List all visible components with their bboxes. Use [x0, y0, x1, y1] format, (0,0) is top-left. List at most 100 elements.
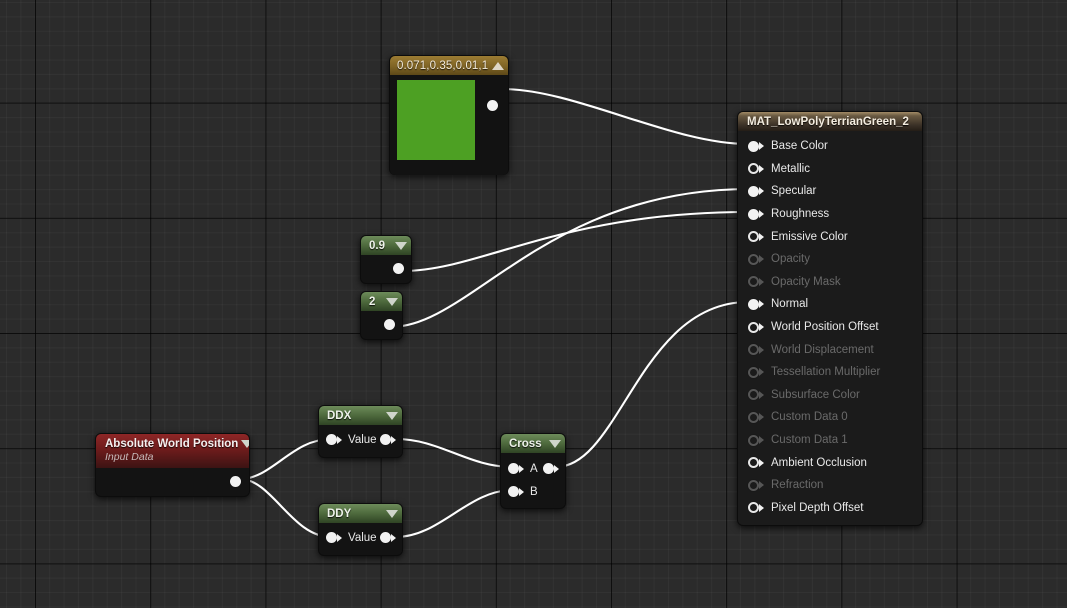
node-constant-roughness[interactable]: 0.9 — [360, 235, 412, 284]
pin-circle-icon[interactable] — [543, 463, 554, 474]
triangle-down-icon[interactable] — [395, 241, 407, 250]
pin-circle-icon[interactable] — [230, 476, 241, 487]
output-pin-world-position[interactable] — [230, 476, 241, 487]
output-pin-color[interactable] — [487, 100, 498, 111]
node-header[interactable]: 0.071,0.35,0.01,1 — [390, 56, 508, 75]
output-pin-ddy[interactable] — [380, 532, 396, 543]
material-input-pin[interactable] — [748, 140, 764, 152]
material-input-pin[interactable] — [748, 185, 764, 197]
pin-circle-icon[interactable] — [748, 276, 759, 288]
node-header[interactable]: 0.9 — [361, 236, 411, 255]
pin-circle-icon[interactable] — [326, 532, 337, 543]
material-input-pin[interactable] — [748, 502, 764, 514]
pin-circle-icon[interactable] — [748, 479, 759, 491]
pin-circle-icon[interactable] — [748, 366, 759, 378]
material-input-row[interactable]: Tessellation Multiplier — [738, 361, 922, 384]
triangle-down-icon[interactable] — [386, 509, 398, 518]
pin-circle-icon[interactable] — [380, 434, 391, 445]
pin-circle-icon[interactable] — [487, 100, 498, 111]
pin-circle-icon[interactable] — [748, 185, 759, 197]
material-graph-canvas[interactable]: 0.071,0.35,0.01,1 0.9 2 Absolute World P… — [0, 0, 1067, 608]
node-header[interactable]: Absolute World Position Input Data — [96, 434, 249, 468]
material-input-row[interactable]: Custom Data 0 — [738, 406, 922, 429]
material-input-pin[interactable] — [748, 411, 764, 423]
material-input-row[interactable]: World Displacement — [738, 338, 922, 361]
material-input-pin[interactable] — [748, 479, 764, 491]
output-pin-specular[interactable] — [384, 319, 395, 330]
material-input-row[interactable]: Pixel Depth Offset — [738, 497, 922, 520]
pin-circle-icon[interactable] — [748, 457, 759, 469]
triangle-down-icon[interactable] — [386, 411, 398, 420]
pin-circle-icon[interactable] — [748, 140, 759, 152]
material-input-pin[interactable] — [748, 321, 764, 333]
material-input-row[interactable]: Refraction — [738, 474, 922, 497]
input-pin-value[interactable] — [326, 532, 342, 543]
material-input-pin[interactable] — [748, 457, 764, 469]
pin-circle-icon[interactable] — [748, 231, 759, 243]
material-input-row[interactable]: World Position Offset — [738, 316, 922, 339]
pin-circle-icon[interactable] — [508, 463, 519, 474]
input-pin-a[interactable] — [508, 463, 524, 474]
material-input-row[interactable]: Specular — [738, 180, 922, 203]
node-title: Cross — [509, 437, 542, 450]
material-input-pin[interactable] — [748, 366, 764, 378]
triangle-down-icon[interactable] — [241, 440, 249, 448]
material-input-pin[interactable] — [748, 208, 764, 220]
node-header[interactable]: DDY — [319, 504, 402, 523]
node-ddy[interactable]: DDY Value — [318, 503, 403, 556]
material-input-row[interactable]: Ambient Occlusion — [738, 451, 922, 474]
node-material-output[interactable]: MAT_LowPolyTerrianGreen_2 Base Color Meta… — [737, 111, 923, 527]
triangle-down-icon[interactable] — [386, 297, 398, 306]
material-input-row[interactable]: Opacity Mask — [738, 271, 922, 294]
pin-circle-icon[interactable] — [748, 434, 759, 446]
triangle-down-icon[interactable] — [549, 439, 561, 448]
pin-circle-icon[interactable] — [748, 502, 759, 514]
pin-circle-icon[interactable] — [748, 208, 759, 220]
output-pin-cross[interactable] — [543, 463, 559, 474]
material-input-row[interactable]: Emissive Color — [738, 225, 922, 248]
output-pin-ddx[interactable] — [380, 434, 396, 445]
node-absolute-world-position[interactable]: Absolute World Position Input Data — [95, 433, 250, 497]
material-input-pin[interactable] — [748, 231, 764, 243]
pin-circle-icon[interactable] — [326, 434, 337, 445]
material-input-pin[interactable] — [748, 276, 764, 288]
input-pin-value[interactable] — [326, 434, 342, 445]
material-input-pin[interactable] — [748, 163, 764, 175]
material-input-row[interactable]: Custom Data 1 — [738, 429, 922, 452]
node-header[interactable]: MAT_LowPolyTerrianGreen_2 — [738, 112, 922, 131]
material-input-pin[interactable] — [748, 298, 764, 310]
material-input-row[interactable]: Metallic — [738, 158, 922, 181]
node-constant-specular[interactable]: 2 — [360, 291, 403, 340]
material-input-label: Subsurface Color — [771, 388, 860, 401]
pin-circle-icon[interactable] — [393, 263, 404, 274]
pin-circle-icon[interactable] — [748, 298, 759, 310]
node-header[interactable]: DDX — [319, 406, 402, 425]
input-pin-b[interactable] — [508, 486, 524, 497]
node-header[interactable]: 2 — [361, 292, 402, 311]
node-constant-color[interactable]: 0.071,0.35,0.01,1 — [389, 55, 509, 175]
material-input-pin[interactable] — [748, 434, 764, 446]
material-input-row[interactable]: Base Color — [738, 135, 922, 158]
pin-circle-icon[interactable] — [748, 344, 759, 356]
pin-circle-icon[interactable] — [748, 411, 759, 423]
pin-circle-icon[interactable] — [748, 389, 759, 401]
material-input-row[interactable]: Subsurface Color — [738, 384, 922, 407]
node-header[interactable]: Cross — [501, 434, 565, 453]
pin-circle-icon[interactable] — [748, 321, 759, 333]
pin-circle-icon[interactable] — [380, 532, 391, 543]
material-input-row[interactable]: Opacity — [738, 248, 922, 271]
material-input-pin[interactable] — [748, 344, 764, 356]
material-input-row[interactable]: Normal — [738, 293, 922, 316]
node-ddx[interactable]: DDX Value — [318, 405, 403, 458]
pin-circle-icon[interactable] — [508, 486, 519, 497]
triangle-up-icon[interactable] — [492, 61, 504, 70]
pin-circle-icon[interactable] — [384, 319, 395, 330]
material-input-pin[interactable] — [748, 389, 764, 401]
pin-circle-icon[interactable] — [748, 253, 759, 265]
node-cross[interactable]: Cross A B — [500, 433, 566, 509]
pin-circle-icon[interactable] — [748, 163, 759, 175]
material-input-pin[interactable] — [748, 253, 764, 265]
input-row-b[interactable]: B — [501, 480, 565, 503]
output-pin-roughness[interactable] — [393, 263, 404, 274]
material-input-row[interactable]: Roughness — [738, 203, 922, 226]
